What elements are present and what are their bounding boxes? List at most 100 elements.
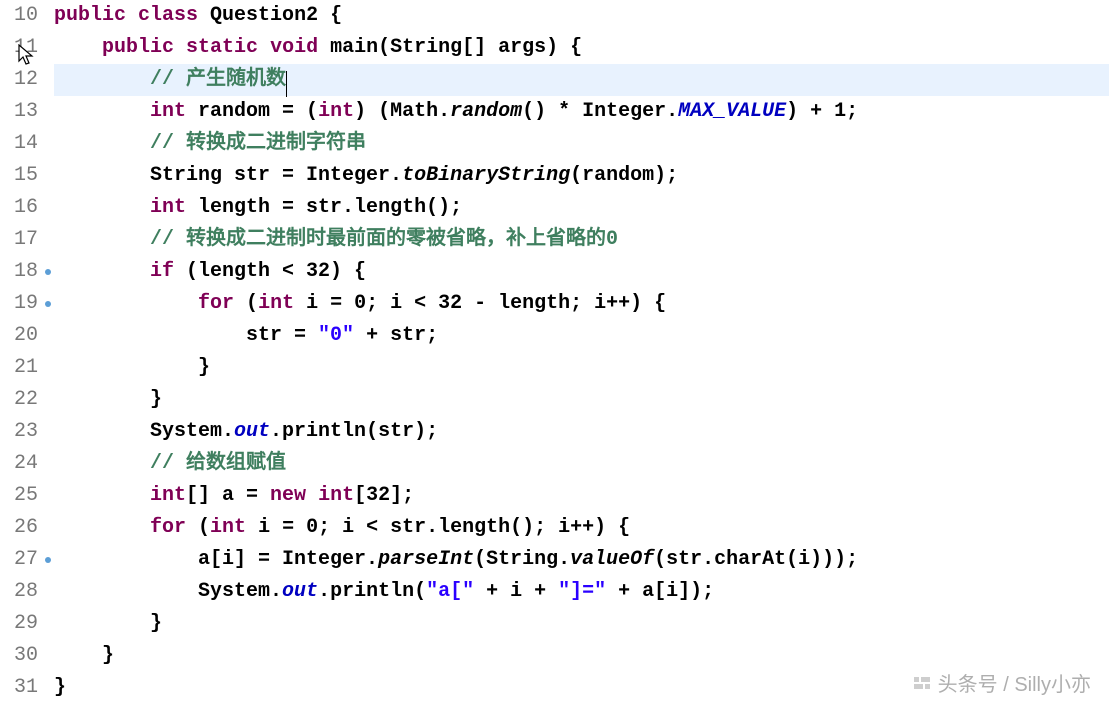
token-kw: new [270, 484, 306, 507]
token-txt: (random); [570, 164, 678, 187]
token-smeth: parseInt [378, 548, 474, 571]
token-sfield: out [282, 580, 318, 603]
code-area[interactable]: public class Question2 { public static v… [54, 0, 1109, 715]
token-txt [126, 4, 138, 27]
token-smeth: random [450, 100, 522, 123]
token-kw: public [54, 4, 126, 27]
token-kw: int [318, 484, 354, 507]
code-line[interactable]: // 转换成二进制时最前面的零被省略，补上省略的0 [54, 224, 1109, 256]
code-editor: 1011121314151617181920212223242526272829… [0, 0, 1109, 715]
token-txt: .println( [318, 580, 426, 603]
line-number: 20 [0, 320, 38, 352]
token-str: "0" [318, 324, 354, 347]
line-number-gutter: 1011121314151617181920212223242526272829… [0, 0, 44, 715]
line-number: 23 [0, 416, 38, 448]
code-line[interactable]: for (int i = 0; i < 32 - length; i++) { [54, 288, 1109, 320]
token-txt: } [198, 356, 210, 379]
code-line[interactable]: str = "0" + str; [54, 320, 1109, 352]
token-kw: public [102, 36, 174, 59]
code-line[interactable]: String str = Integer.toBinaryString(rand… [54, 160, 1109, 192]
line-number: 29 [0, 608, 38, 640]
code-line[interactable]: // 转换成二进制字符串 [54, 128, 1109, 160]
token-txt: random = ( [186, 100, 318, 123]
code-line[interactable]: a[i] = Integer.parseInt(String.valueOf(s… [54, 544, 1109, 576]
line-number: 25 [0, 480, 38, 512]
token-txt: String str = Integer. [150, 164, 402, 187]
marker-margin [44, 0, 54, 715]
token-kw: class [138, 4, 198, 27]
token-txt: i = 0; i < str.length(); i++) { [246, 516, 630, 539]
breakpoint-marker[interactable] [45, 301, 51, 307]
token-sfield: out [234, 420, 270, 443]
line-number: 11 [0, 32, 38, 64]
token-str: "]=" [558, 580, 606, 603]
code-line[interactable]: System.out.println("a[" + i + "]=" + a[i… [54, 576, 1109, 608]
token-txt: (String. [474, 548, 570, 571]
line-number: 19 [0, 288, 38, 320]
token-smeth: valueOf [570, 548, 654, 571]
token-txt: () * Integer. [522, 100, 678, 123]
line-number: 28 [0, 576, 38, 608]
token-kw: int [258, 292, 294, 315]
code-line[interactable]: System.out.println(str); [54, 416, 1109, 448]
watermark: 头条号 / Silly小亦 [912, 668, 1091, 697]
line-number: 10 [0, 0, 38, 32]
code-line[interactable]: int[] a = new int[32]; [54, 480, 1109, 512]
token-txt: a[i] = Integer. [198, 548, 378, 571]
code-line[interactable]: // 给数组赋值 [54, 448, 1109, 480]
text-cursor [286, 71, 287, 97]
breakpoint-marker[interactable] [45, 269, 51, 275]
token-txt: ( [186, 516, 210, 539]
token-txt: } [150, 612, 162, 635]
token-txt: i = 0; i < 32 - length; i++) { [294, 292, 666, 315]
token-kw: int [318, 100, 354, 123]
token-kw: for [198, 292, 234, 315]
token-txt: [] a = [186, 484, 270, 507]
token-txt [174, 36, 186, 59]
line-number: 31 [0, 672, 38, 704]
token-txt: } [102, 644, 114, 667]
token-txt: } [54, 676, 66, 699]
token-kw: int [150, 100, 186, 123]
code-line[interactable]: if (length < 32) { [54, 256, 1109, 288]
line-number: 26 [0, 512, 38, 544]
token-txt: (length < 32) { [174, 260, 366, 283]
token-sfield: MAX_VALUE [678, 100, 786, 123]
line-number: 21 [0, 352, 38, 384]
code-line[interactable]: int length = str.length(); [54, 192, 1109, 224]
watermark-text: 头条号 / Silly小亦 [938, 668, 1091, 697]
token-txt: main(String[] args) { [318, 36, 582, 59]
line-number: 24 [0, 448, 38, 480]
code-line[interactable]: } [54, 608, 1109, 640]
code-line[interactable]: int random = (int) (Math.random() * Inte… [54, 96, 1109, 128]
token-txt: (str.charAt(i))); [654, 548, 858, 571]
token-kw: int [150, 196, 186, 219]
token-txt: ) (Math. [354, 100, 450, 123]
code-line[interactable]: public class Question2 { [54, 0, 1109, 32]
line-number: 15 [0, 160, 38, 192]
token-txt: ) + 1; [786, 100, 858, 123]
token-txt: System. [198, 580, 282, 603]
line-number: 13 [0, 96, 38, 128]
line-number: 16 [0, 192, 38, 224]
breakpoint-marker[interactable] [45, 557, 51, 563]
token-kw: if [150, 260, 174, 283]
token-txt: + a[i]); [606, 580, 714, 603]
token-cm: // 给数组赋值 [150, 452, 286, 475]
code-line[interactable]: for (int i = 0; i < str.length(); i++) { [54, 512, 1109, 544]
token-smeth: toBinaryString [402, 164, 570, 187]
code-line[interactable]: } [54, 384, 1109, 416]
token-kw: int [150, 484, 186, 507]
code-line[interactable]: } [54, 352, 1109, 384]
code-line[interactable]: public static void main(String[] args) { [54, 32, 1109, 64]
token-txt: } [150, 388, 162, 411]
line-number: 30 [0, 640, 38, 672]
line-number: 14 [0, 128, 38, 160]
line-number: 27 [0, 544, 38, 576]
token-txt: + str; [354, 324, 438, 347]
code-line[interactable]: // 产生随机数 [54, 64, 1109, 96]
watermark-icon [912, 673, 932, 693]
token-txt [306, 484, 318, 507]
token-kw: static [186, 36, 258, 59]
line-number: 12 [0, 64, 38, 96]
